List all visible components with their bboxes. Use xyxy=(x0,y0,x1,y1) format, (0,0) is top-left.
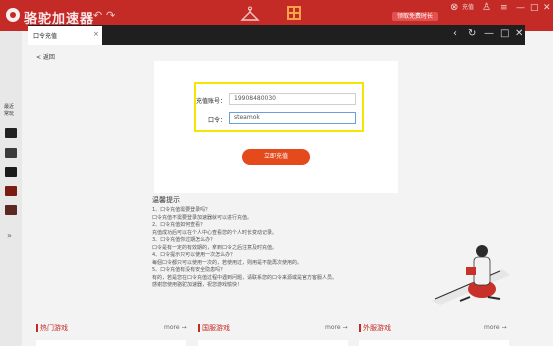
account-input[interactable]: 19908480030 xyxy=(229,93,356,105)
highlight-box xyxy=(194,82,364,132)
free-time-button[interactable]: 领取免费时长 xyxy=(392,12,438,21)
main-content: < 返回 充值账号： 19908480030 口令： steamok 立即充值 … xyxy=(28,45,525,346)
tip-line: 2、口令充值如何查看？ xyxy=(152,222,206,228)
tips-title: 温馨提示 xyxy=(152,196,180,204)
menu-icon[interactable]: ≡ xyxy=(500,3,508,13)
hot-games-strip xyxy=(36,340,186,346)
intl-games-title: 外服游戏 xyxy=(359,323,391,333)
tip-line: 1、口令充值需要登录吗？ xyxy=(152,207,211,213)
game-thumb-2[interactable] xyxy=(5,148,17,158)
hot-games-more[interactable]: more → xyxy=(164,324,186,331)
code-label: 口令： xyxy=(207,117,226,124)
game-thumb-5[interactable] xyxy=(5,205,17,215)
tip-line: 充值成功后可以在个人中心查看您的个人时长变动记录。 xyxy=(152,229,278,236)
tab-close-icon[interactable]: × xyxy=(93,30,99,38)
submit-button[interactable]: 立即充值 xyxy=(242,149,310,165)
minimize-icon[interactable]: — xyxy=(484,28,494,39)
forward-arrow-icon[interactable]: ↷ xyxy=(106,9,115,22)
tip-line: 3、口令充值你过期怎么办？ xyxy=(152,237,216,243)
cn-games-strip xyxy=(198,340,348,346)
hot-games-title: 热门游戏 xyxy=(36,323,68,333)
recent-label-2: 常玩 xyxy=(4,111,15,117)
hanger-icon[interactable] xyxy=(240,6,260,24)
tip-line: 4、口令提示只可以使用一次怎么办？ xyxy=(152,252,236,258)
recharge-label[interactable]: 充值 xyxy=(462,2,474,11)
tips-section: 温馨提示 1、口令充值需要登录吗？ 口令充值不需要登录加速器就可以进行充值。 2… xyxy=(152,195,412,290)
recent-label-1: 最近 xyxy=(4,104,15,110)
close-icon[interactable]: ✕ xyxy=(515,28,523,39)
maximize-icon[interactable]: □ xyxy=(500,28,509,39)
tip-line: 口令充值不需要登录加速器就可以进行充值。 xyxy=(152,214,253,221)
game-thumb-3[interactable] xyxy=(5,167,17,177)
tab-label: 口令充值 xyxy=(33,33,58,40)
game-thumb-1[interactable] xyxy=(5,128,17,138)
intl-games-strip xyxy=(359,340,509,346)
tab-recharge[interactable]: 口令充值 × xyxy=(28,26,102,45)
tip-line: 感谢您使用骆驼加速器，祝您游戏愉快！ xyxy=(152,282,243,288)
close-button[interactable]: ✕ xyxy=(543,3,551,13)
intl-games-more[interactable]: more → xyxy=(484,324,506,331)
tip-line: 5、口令充值有没有安全隐患吗？ xyxy=(152,267,226,273)
back-link[interactable]: < 返回 xyxy=(36,52,55,61)
cn-games-more[interactable]: more → xyxy=(325,324,347,331)
cn-games-label: 国服游戏 xyxy=(202,324,230,332)
account-label: 充值账号： xyxy=(195,98,226,105)
back-arrow-icon[interactable]: ↶ xyxy=(93,9,102,22)
refresh-icon[interactable]: ↻ xyxy=(468,28,476,39)
tip-line: 每個口令都只可以使用一次的，若使用过，则用是不能再次使用的。 xyxy=(152,259,303,266)
hot-games-label: 热门游戏 xyxy=(40,324,68,332)
signal-icon[interactable]: ⊗ xyxy=(450,2,458,13)
reading-person-illustration xyxy=(432,245,510,305)
cn-games-title: 国服游戏 xyxy=(198,323,230,333)
logo-icon xyxy=(6,8,20,22)
minimize-button[interactable]: — xyxy=(516,3,525,13)
apps-grid-icon[interactable] xyxy=(287,6,301,20)
user-icon[interactable]: ♙ xyxy=(482,2,491,13)
recharge-card: 充值账号： 19908480030 口令： steamok 立即充值 xyxy=(154,61,398,193)
tip-line: 有的，若是您在口令充值过程中遇到问题，请联系您的口令来源或是官方客服人员。 xyxy=(152,274,338,281)
maximize-button[interactable]: □ xyxy=(530,3,539,13)
chevron-down-icon[interactable]: » xyxy=(7,231,12,240)
code-input[interactable]: steamok xyxy=(229,112,356,124)
game-thumb-4[interactable] xyxy=(5,186,17,196)
intl-games-label: 外服游戏 xyxy=(363,324,391,332)
back-icon[interactable]: ‹ xyxy=(453,28,457,39)
browser-tab-bar: 口令充值 × ‹ ↻ — □ ✕ xyxy=(28,25,525,45)
tip-line: 口令是有一定的有效期的，拿到口令之后注意及时充值。 xyxy=(152,244,278,251)
sidebar: 最近 常玩 » xyxy=(0,31,22,346)
